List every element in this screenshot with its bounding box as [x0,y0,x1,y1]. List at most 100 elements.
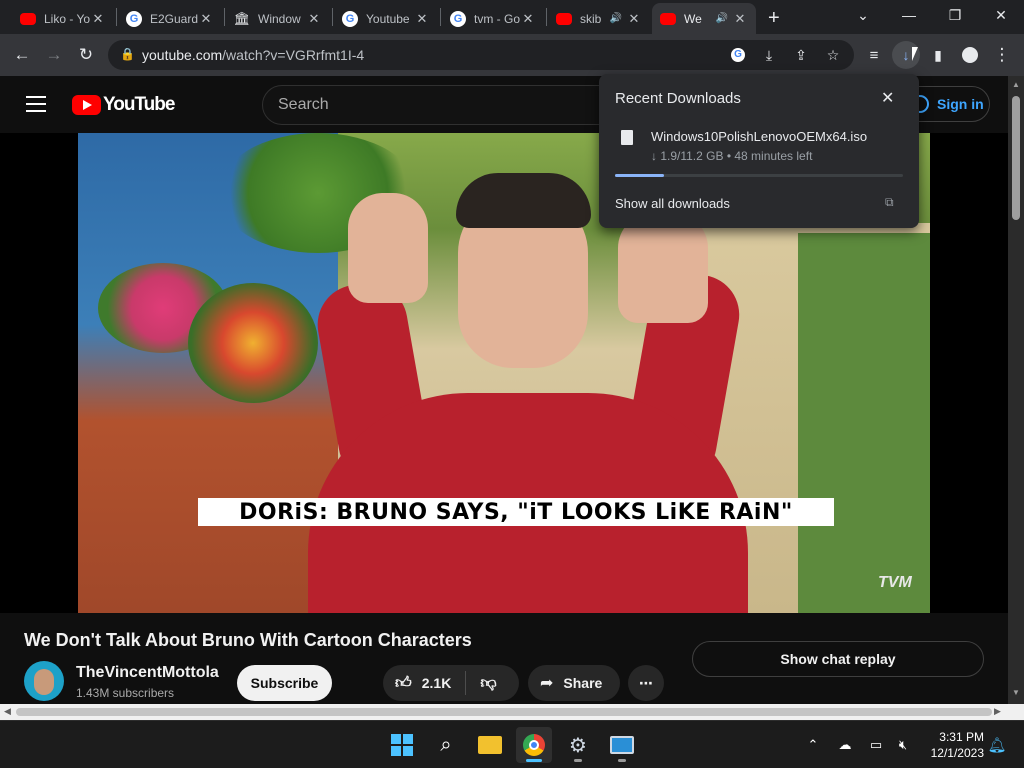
vertical-scrollbar[interactable]: ▲ ▼ [1008,76,1024,704]
speaker-icon[interactable]: 🔊 [716,13,728,24]
channel-name[interactable]: TheVincentMottola [76,664,219,682]
subscriber-count: 1.43M subscribers [76,686,175,700]
like-button[interactable]: 👍︎ 2.1K [383,671,467,695]
new-tab-button[interactable]: + [762,3,792,34]
scroll-corner [1008,704,1024,720]
remote-desktop-icon[interactable] [604,727,640,763]
building-icon: 🏛 [233,10,251,26]
close-icon[interactable]: ✕ [306,11,322,27]
share-label: Share [563,675,603,691]
close-icon[interactable]: ✕ [881,88,894,108]
tab-liko[interactable]: Liko - Yo ✕ [12,3,114,34]
file-explorer-icon[interactable] [472,727,508,763]
close-icon[interactable]: ✕ [520,11,536,27]
minimize-button[interactable]: — [886,0,932,30]
dislike-button[interactable]: 👎︎ [466,674,510,693]
address-bar[interactable]: 🔒 youtube.com/watch?v=VGRrfmt1I-4 G ⤓ ⇪ … [108,40,854,70]
open-external-icon[interactable]: ⧉ [885,195,894,210]
cloud-offline-icon[interactable]: ☁ [835,735,855,755]
scroll-thumb[interactable] [1012,96,1020,220]
video-frame [348,193,428,303]
tab-title: Youtube [366,11,410,26]
subscribe-button[interactable]: Subscribe [237,665,332,701]
tab-title: We [684,11,702,26]
chevron-up-icon[interactable]: ⌃ [803,735,823,755]
video-frame [618,213,708,323]
google-icon: G [126,10,142,27]
youtube-logo[interactable]: YouTube [72,94,175,116]
more-actions-button[interactable]: ⋯ [628,665,664,701]
tab-windows[interactable]: 🏛 Window ✕ [226,3,330,34]
restore-button[interactable]: ❐ [932,0,978,30]
download-status: ↓ 1.9/11.2 GB • 48 minutes left [651,149,813,163]
tab-youtube-search[interactable]: G Youtube ✕ [334,3,438,34]
file-icon [621,130,633,145]
back-arrow-icon[interactable]: ← [8,41,36,69]
share-page-icon[interactable]: ⇪ [790,44,812,66]
tab-search-chevron-icon[interactable]: ⌄ [840,0,886,30]
close-icon[interactable]: ✕ [626,11,642,27]
scroll-right-arrow-icon[interactable]: ▶ [994,706,1001,717]
tab-e2guardian[interactable]: G E2Guardi ✕ [118,3,222,34]
scroll-up-arrow-icon[interactable]: ▲ [1012,80,1020,89]
search-input[interactable]: Search [262,85,622,125]
google-icon: G [450,10,466,27]
channel-watermark: TVM [878,574,912,591]
close-icon[interactable]: ✕ [414,11,430,27]
thumbs-down-icon: 👎︎ [480,674,497,692]
scroll-left-arrow-icon[interactable]: ◀ [4,706,11,717]
sign-in-label: Sign in [937,96,984,112]
reload-icon[interactable]: ↻ [72,41,100,69]
video-frame [798,233,930,613]
like-dislike-group: 👍︎ 2.1K 👎︎ [383,665,519,701]
download-progress-fill [615,174,664,177]
close-icon[interactable]: ✕ [732,11,748,27]
kebab-menu-icon[interactable]: ⋮ [988,41,1016,69]
horizontal-scrollbar[interactable]: ◀ ▶ [0,704,1008,720]
download-progress-bar [615,174,903,177]
lock-icon[interactable]: 🔒 [120,47,135,61]
scroll-down-arrow-icon[interactable]: ▼ [1012,688,1020,697]
avatar[interactable] [24,661,64,701]
download-file-name[interactable]: Windows10PolishLenovoOEMx64.iso [651,129,867,144]
start-button[interactable] [384,727,420,763]
show-chat-replay-button[interactable]: Show chat replay [692,641,984,677]
player-letterbox-right [930,133,1008,613]
show-all-downloads-link[interactable]: Show all downloads [615,196,730,211]
close-icon[interactable]: ✕ [198,11,214,27]
system-clock[interactable]: 3:31 PM 12/1/2023 [916,729,984,761]
video-title: We Don't Talk About Bruno With Cartoon C… [24,630,472,650]
media-queue-icon[interactable]: ≡ [860,41,888,69]
video-frame [456,173,591,228]
tab-tvm[interactable]: G tvm - Go ✕ [442,3,544,34]
search-icon[interactable]: ⌕ [428,727,464,763]
settings-gear-icon[interactable]: ⚙ [560,727,596,763]
chrome-icon[interactable] [516,727,552,763]
speaker-icon[interactable]: 🔊 [610,13,622,24]
window-close-button[interactable]: ✕ [978,0,1024,30]
tab-skib[interactable]: skib 🔊 ✕ [548,3,650,34]
mouse-pointer [912,47,924,61]
clock-time: 3:31 PM [939,730,984,744]
bookmark-star-icon[interactable]: ☆ [822,44,844,66]
tab-title: Liko - Yo [44,11,90,26]
url-text[interactable]: youtube.com/watch?v=VGRrfmt1I-4 [142,47,364,63]
network-display-icon[interactable]: ▭ [866,735,886,755]
clock-date: 12/1/2023 [930,746,984,760]
hamburger-menu-icon[interactable] [26,96,46,112]
like-count: 2.1K [421,675,452,691]
notification-bell-icon[interactable]: 🔔︎ [987,735,1006,755]
youtube-icon [556,12,572,25]
profile-icon[interactable] [956,41,984,69]
side-panel-icon[interactable]: ▮ [924,41,952,69]
scroll-thumb[interactable] [16,708,992,716]
install-app-icon[interactable]: ⤓ [758,44,780,66]
windows-taskbar: ⌕ ⚙ ⌃ ☁ ▭ 🔇︎ 3:31 PM 12/1/2023 🔔︎ [0,720,1024,768]
share-button[interactable]: ➦ Share [528,665,620,701]
tab-active-video[interactable]: We 🔊 ✕ [652,3,756,34]
google-lens-icon[interactable]: G [727,44,749,66]
forward-arrow-icon[interactable]: → [40,41,68,69]
thumbs-up-icon: 👍︎ [395,674,412,692]
close-icon[interactable]: ✕ [90,11,106,27]
volume-muted-icon[interactable]: 🔇︎ [893,735,913,755]
